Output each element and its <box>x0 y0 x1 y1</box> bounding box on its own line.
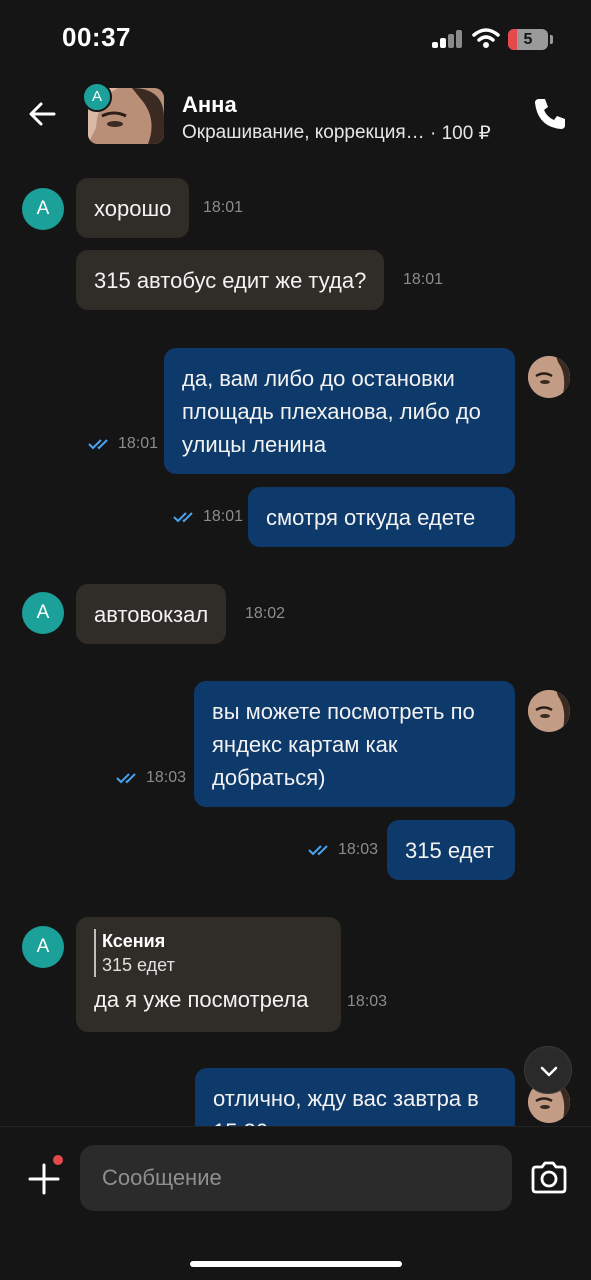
message-time: 18:03 <box>338 841 379 858</box>
home-indicator <box>190 1261 402 1267</box>
message-incoming-reply[interactable]: Ксения 315 едет да я уже посмотрела <box>76 917 341 1032</box>
message-line: вы можете посмотреть по <box>212 699 475 724</box>
message-incoming[interactable]: хорошо <box>76 178 190 238</box>
sender-avatar: А <box>22 926 64 968</box>
message-text: хорошо <box>94 196 172 221</box>
message-line: площадь плеханова, либо до <box>182 399 481 424</box>
wifi-icon <box>472 28 500 48</box>
message-line: яндекс картам как <box>212 732 398 757</box>
message-outgoing[interactable]: да, вам либо до остановки площадь плехан… <box>164 348 515 474</box>
message-incoming[interactable]: 315 автобус едит же туда? <box>76 250 385 310</box>
chevron-down-icon <box>540 1066 558 1077</box>
message-time: 18:01 <box>203 508 244 525</box>
message-time: 18:02 <box>245 605 286 622</box>
message-line: улицы ленина <box>182 432 327 457</box>
message-text: 315 автобус едит же туда? <box>94 268 367 293</box>
message-time: 18:03 <box>347 993 388 1010</box>
message-line: 15:30 <box>213 1115 497 1126</box>
battery-icon: 5 <box>508 29 548 50</box>
message-text: 315 едет <box>405 838 494 863</box>
message-incoming[interactable]: автовокзал <box>76 584 227 644</box>
message-text: да я уже посмотрела <box>94 987 309 1012</box>
battery-level: 5 <box>523 31 533 48</box>
message-outgoing[interactable]: отлично, жду вас завтра в 15:30 <box>195 1068 515 1126</box>
sender-avatar: А <box>22 188 64 230</box>
message-line: отлично, жду вас завтра в <box>213 1086 479 1111</box>
status-time: 00:37 <box>62 22 131 52</box>
battery-cap <box>550 35 553 44</box>
contact-avatar-initial: А <box>82 82 112 112</box>
camera-icon[interactable] <box>528 1157 570 1199</box>
scroll-to-bottom-button[interactable] <box>524 1046 572 1094</box>
read-checkmarks-icon <box>308 845 328 856</box>
message-time: 18:03 <box>146 769 187 786</box>
my-avatar <box>528 356 570 398</box>
message-list[interactable]: А хорошо 18:01 315 автобус едит же туда?… <box>0 156 591 1126</box>
message-time: 18:01 <box>403 271 444 288</box>
chat-header: А Анна Окрашивание, коррекция бровей · 1… <box>0 78 591 156</box>
reply-author: Ксения <box>102 931 166 951</box>
message-input[interactable] <box>80 1145 512 1211</box>
message-line: добраться) <box>212 765 326 790</box>
contact-price: · 100 ₽ <box>430 123 491 144</box>
message-outgoing[interactable]: 315 едет <box>387 820 515 880</box>
contact-name[interactable]: Анна <box>182 92 237 118</box>
read-checkmarks-icon <box>173 512 193 523</box>
message-text: смотря откуда едете <box>266 505 476 530</box>
status-bar: 00:37 5 <box>0 0 591 78</box>
message-line: да, вам либо до остановки <box>182 366 455 391</box>
phone-icon[interactable] <box>530 94 570 134</box>
sender-avatar: А <box>22 592 64 634</box>
my-avatar <box>528 690 570 732</box>
message-time: 18:01 <box>118 435 159 452</box>
reply-quote[interactable]: Ксения 315 едет <box>94 929 323 977</box>
arrow-left-icon[interactable] <box>22 94 62 134</box>
message-outgoing[interactable]: смотря откуда едете <box>248 487 515 547</box>
message-outgoing[interactable]: вы можете посмотреть по яндекс картам ка… <box>194 681 515 807</box>
read-checkmarks-icon <box>116 773 136 784</box>
read-checkmarks-icon <box>88 439 108 450</box>
message-text: автовокзал <box>94 602 209 627</box>
notification-dot <box>50 1152 66 1168</box>
contact-service: Окрашивание, коррекция бровей <box>182 122 426 143</box>
signal-icon <box>432 30 464 48</box>
message-time: 18:01 <box>203 199 244 216</box>
composer-bar <box>0 1126 591 1280</box>
reply-text: 315 едет <box>102 955 175 975</box>
